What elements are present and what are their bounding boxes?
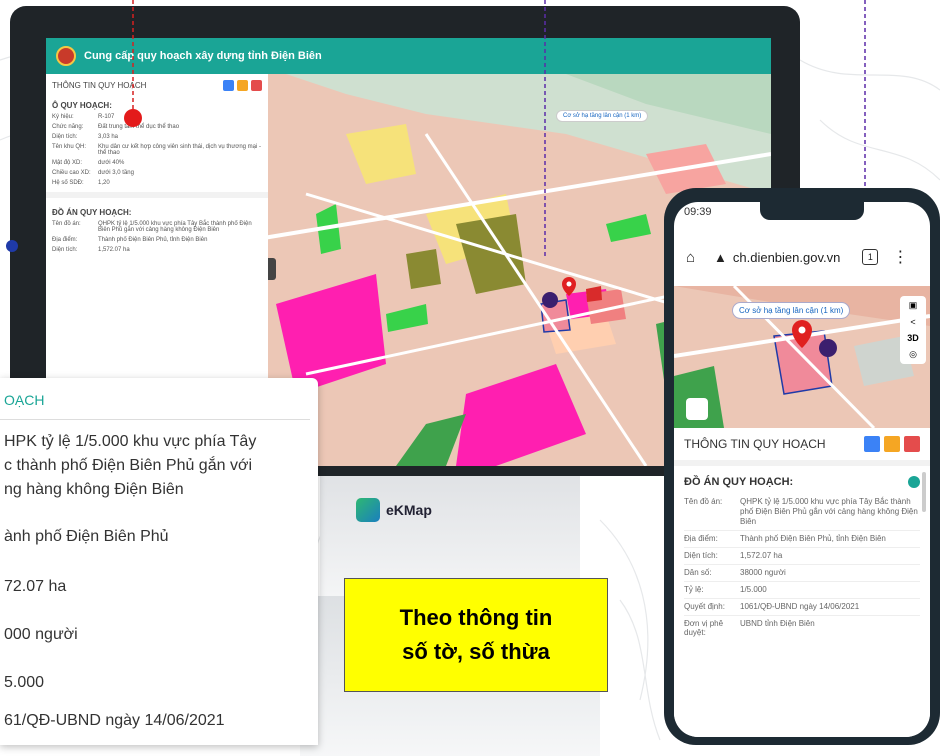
- row-value: 1,572.07 ha: [740, 551, 783, 560]
- card-line: c thành phố Điện Biên Phủ gắn với: [4, 457, 252, 474]
- url-field[interactable]: ch.dienbien.gov.vn: [733, 250, 840, 265]
- note-line-1: Theo thông tin: [399, 605, 553, 630]
- row-value: Thành phố Điện Biên Phủ, tỉnh Điện Biên: [740, 534, 886, 543]
- browser-address-bar: ⌂ ▲ ch.dienbien.gov.vn 1 ⋮: [674, 228, 930, 286]
- row-label: Quyết định:: [684, 602, 725, 611]
- row-value: 1061/QĐ-UBND ngày 14/06/2021: [740, 602, 860, 611]
- phone-notch: [760, 202, 864, 220]
- mobile-nearby-infrastructure-chip[interactable]: Cơ sở hạ tầng lân cận (1 km): [732, 302, 851, 319]
- 3d-toggle[interactable]: 3D: [907, 333, 919, 343]
- site-icon: ▲: [714, 249, 727, 265]
- feature-note: Theo thông tin số tờ, số thừa: [344, 578, 608, 692]
- divider: [0, 419, 310, 420]
- mobile-screen: 09:39 ⌂ ▲ ch.dienbien.gov.vn 1 ⋮ Cơ sở h…: [674, 202, 930, 737]
- card-line: HPK tỷ lệ 1/5.000 khu vực phía Tây: [4, 433, 257, 450]
- card-line: ng hàng không Điện Biên: [4, 481, 184, 498]
- home-icon[interactable]: ⌂: [686, 249, 704, 266]
- ekmap-wordmark: eKMap: [386, 502, 432, 518]
- compass-icon[interactable]: ◎: [909, 349, 917, 360]
- mobile-section-title: ĐỒ ÁN QUY HOẠCH:: [684, 476, 794, 488]
- card-line: 72.07 ha: [4, 578, 67, 595]
- card-line: 61/QĐ-UBND ngày 14/06/2021: [4, 712, 225, 729]
- star-icon[interactable]: [884, 436, 900, 452]
- row-label: Địa điểm:: [684, 534, 718, 543]
- row-value: 1/5.000: [740, 585, 767, 594]
- card-line: 5.000: [4, 674, 45, 691]
- row-value: QHPK tỷ lệ 1/5.000 khu vực phía Tây Bắc …: [740, 497, 918, 526]
- note-line-2: số tờ, số thừa: [402, 639, 550, 664]
- card-line: 000 người: [4, 626, 78, 643]
- row-label: Tên đồ án:: [684, 497, 723, 506]
- card-line: ành phố Điện Biên Phủ: [4, 528, 169, 545]
- zoomed-detail-card: OẠCH HPK tỷ lệ 1/5.000 khu vực phía Tây …: [0, 378, 318, 745]
- close-icon[interactable]: [904, 436, 920, 452]
- row-label: Diện tích:: [684, 551, 718, 560]
- card-title: OẠCH: [4, 392, 45, 408]
- row-value: 38000 người: [740, 568, 786, 577]
- row-label: Tỷ lệ:: [684, 585, 704, 594]
- menu-dots-icon[interactable]: ⋮: [892, 247, 908, 267]
- row-label: Dân số:: [684, 568, 712, 577]
- share-icon[interactable]: [864, 436, 880, 452]
- map-tools: ▣ < 3D ◎: [900, 296, 926, 364]
- ekmap-logo: eKMap: [356, 498, 432, 522]
- ekmap-logo-icon: [356, 498, 380, 522]
- share-icon[interactable]: <: [910, 317, 915, 327]
- row-label: Đơn vị phê duyệt:: [684, 619, 724, 637]
- mobile-phone: 09:39 ⌂ ▲ ch.dienbien.gov.vn 1 ⋮ Cơ sở h…: [664, 188, 940, 745]
- layers-icon[interactable]: ▣: [909, 300, 918, 311]
- locate-pin-icon[interactable]: [908, 476, 920, 488]
- panel-scrollbar[interactable]: [922, 472, 926, 512]
- mobile-panel-title: THÔNG TIN QUY HOẠCH: [684, 437, 826, 451]
- tabs-count-button[interactable]: 1: [862, 249, 879, 265]
- mobile-info-panel: THÔNG TIN QUY HOẠCH ĐỒ ÁN QUY HOẠCH: Tên…: [674, 428, 930, 737]
- row-value: UBND tỉnh Điện Biên: [740, 619, 815, 628]
- status-time: 09:39: [684, 206, 712, 218]
- layer-toggle-button[interactable]: [686, 398, 708, 420]
